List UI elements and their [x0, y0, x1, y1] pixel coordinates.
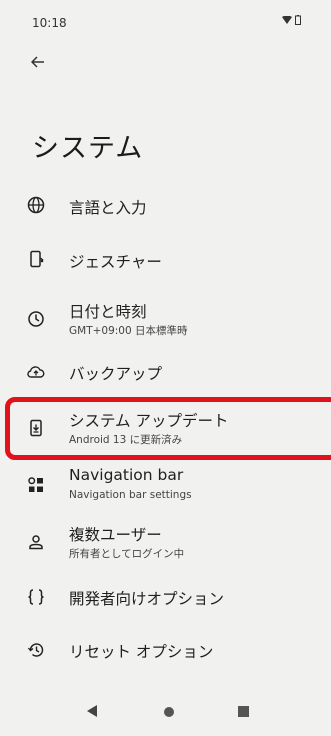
- nav-home-icon[interactable]: [163, 706, 175, 718]
- settings-item-date-time[interactable]: 日付と時刻 GMT+09:00 日本標準時: [0, 294, 331, 344]
- cloud-upload-icon: [26, 362, 46, 382]
- nav-back-icon[interactable]: [86, 704, 98, 718]
- system-nav-bar: [0, 692, 331, 736]
- settings-item-multiple-users[interactable]: 複数ユーザー 所有者としてログイン中: [0, 517, 331, 567]
- system-update-icon: [26, 418, 46, 438]
- settings-item-developer-options[interactable]: 開発者向けオプション: [0, 572, 331, 622]
- status-icons: [282, 15, 301, 25]
- back-arrow-icon: [31, 56, 44, 68]
- item-title: 複数ユーザー: [69, 526, 162, 544]
- settings-item-navigation-bar[interactable]: Navigation bar Navigation bar settings: [0, 460, 331, 510]
- page-title: システム: [32, 133, 144, 164]
- settings-item-system-update[interactable]: システム アップデート Android 13 に更新済み: [0, 403, 331, 453]
- status-bar: 10:18: [0, 0, 331, 44]
- globe-icon: [26, 195, 46, 215]
- braces-icon: [26, 587, 46, 607]
- nav-recents-icon[interactable]: [238, 706, 249, 717]
- gesture-phone-icon: [26, 249, 46, 269]
- item-title: 日付と時刻: [69, 303, 147, 321]
- item-title: 開発者向けオプション: [69, 590, 225, 608]
- wifi-icon: [282, 16, 292, 24]
- status-time: 10:18: [32, 16, 67, 30]
- item-title: 言語と入力: [69, 199, 147, 217]
- battery-icon: [295, 15, 301, 25]
- settings-item-reset-options[interactable]: リセット オプション: [0, 627, 331, 677]
- item-subtitle: 所有者としてログイン中: [69, 548, 185, 560]
- item-subtitle: Android 13 に更新済み: [69, 434, 183, 446]
- back-button[interactable]: [28, 52, 48, 72]
- settings-item-gestures[interactable]: ジェスチャー: [0, 235, 331, 285]
- navigation-bar-icon: [26, 475, 46, 495]
- item-title: リセット オプション: [69, 643, 214, 661]
- item-title: Navigation bar: [69, 466, 184, 484]
- restore-icon: [26, 640, 46, 660]
- item-title: バックアップ: [69, 365, 163, 383]
- item-title: システム アップデート: [69, 412, 229, 430]
- item-subtitle: GMT+09:00 日本標準時: [69, 325, 188, 337]
- settings-item-backup[interactable]: バックアップ: [0, 350, 331, 400]
- settings-item-language-input[interactable]: 言語と入力: [0, 180, 331, 230]
- person-icon: [26, 532, 46, 552]
- item-title: ジェスチャー: [69, 253, 162, 271]
- clock-icon: [26, 309, 46, 329]
- item-subtitle: Navigation bar settings: [69, 489, 192, 501]
